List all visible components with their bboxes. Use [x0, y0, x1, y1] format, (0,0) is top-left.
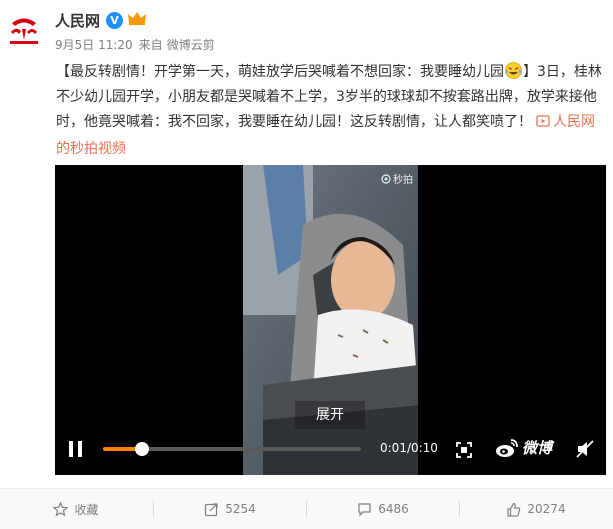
post-text-part1: 【最反转剧情！开学第一天，萌娃放学后哭喊着不想回家：我要睡幼儿园	[56, 64, 504, 80]
star-icon	[53, 501, 69, 517]
favorite-button[interactable]: 收藏	[0, 489, 152, 529]
progress-knob[interactable]	[134, 442, 149, 456]
author-avatar[interactable]	[4, 10, 44, 50]
watermark-label: 秒拍	[393, 175, 413, 186]
miaopai-logo-icon	[381, 173, 391, 184]
progress-bar[interactable]	[103, 442, 361, 456]
thumbs-up-icon	[507, 502, 521, 517]
post-text: 【最反转剧情！开学第一天，萌娃放学后哭喊着不想回家：我要睡幼儿园 】3日，桂林不少…	[56, 60, 604, 162]
favorite-label: 收藏	[74, 502, 99, 517]
like-button[interactable]: 20274	[460, 489, 612, 529]
source-prefix: 来自	[138, 38, 163, 52]
video-link-icon	[536, 112, 550, 137]
people-daily-logo	[4, 10, 44, 50]
like-count: 20274	[527, 502, 566, 516]
weibo-brand[interactable]: 微博	[495, 437, 552, 458]
repost-count: 5254	[225, 502, 256, 516]
volume-muted-icon[interactable]	[575, 439, 595, 459]
fullscreen-icon[interactable]	[455, 441, 473, 459]
comment-count: 6486	[378, 502, 409, 516]
weibo-post-card: 人民网 V 9月5日 11:20 来自 微博云剪 【最反转剧情！开学第一天，萌娃放学…	[0, 0, 613, 529]
action-bar: 收藏 5254 6486 20274	[0, 488, 613, 529]
repost-icon	[205, 502, 218, 516]
post-source[interactable]: 微博云剪	[167, 38, 215, 52]
laughing-tears-emoji	[505, 62, 522, 79]
video-player[interactable]: 秒拍 展开 0:01/0:10 微博	[55, 165, 606, 475]
time-display: 0:01/0:10	[380, 441, 438, 455]
weibo-logo-icon	[496, 438, 518, 457]
post-time[interactable]: 9月5日 11:20	[55, 38, 133, 52]
post-meta: 9月5日 11:20 来自 微博云剪	[55, 36, 219, 53]
author-line: 人民网 V	[55, 8, 147, 32]
weibo-brand-label: 微博	[522, 439, 553, 457]
video-watermark: 秒拍	[381, 171, 413, 186]
video-controls: 0:01/0:10 微博	[55, 423, 606, 475]
crown-member-icon[interactable]	[127, 10, 147, 30]
verified-v-icon[interactable]: V	[106, 11, 124, 29]
author-name[interactable]: 人民网	[55, 10, 100, 31]
comment-button[interactable]: 6486	[307, 489, 459, 529]
comment-icon	[358, 502, 371, 516]
pause-icon[interactable]	[67, 440, 85, 458]
repost-button[interactable]: 5254	[154, 489, 306, 529]
